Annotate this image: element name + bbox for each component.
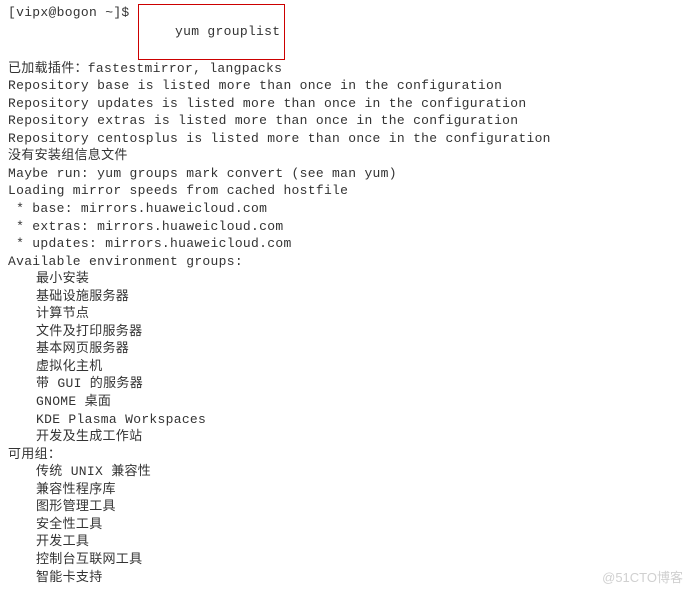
- env-group-item: KDE Plasma Workspaces: [8, 411, 683, 429]
- env-group-item: GNOME 桌面: [8, 393, 683, 411]
- avail-group-item: 安全性工具: [8, 516, 683, 534]
- avail-group-item: 图形管理工具: [8, 498, 683, 516]
- output-repo-updates: Repository updates is listed more than o…: [8, 95, 683, 113]
- env-group-item: 基本网页服务器: [8, 340, 683, 358]
- watermark-text: @51CTO博客: [602, 569, 683, 587]
- avail-group-item: 智能卡支持: [8, 569, 683, 587]
- output-mirror-base: * base: mirrors.huaweicloud.com: [8, 200, 683, 218]
- env-group-item: 最小安装: [8, 270, 683, 288]
- env-group-item: 带 GUI 的服务器: [8, 375, 683, 393]
- env-groups-header: Available environment groups:: [8, 253, 683, 271]
- output-loaded-plugins: 已加载插件：fastestmirror, langpacks: [8, 60, 683, 78]
- output-repo-centosplus: Repository centosplus is listed more tha…: [8, 130, 683, 148]
- env-group-item: 虚拟化主机: [8, 358, 683, 376]
- output-mirror-updates: * updates: mirrors.huaweicloud.com: [8, 235, 683, 253]
- command-text: yum grouplist: [175, 24, 280, 39]
- env-group-item: 开发及生成工作站: [8, 428, 683, 446]
- avail-groups-header: 可用组：: [8, 446, 683, 464]
- output-no-group-info: 没有安装组信息文件: [8, 147, 683, 165]
- avail-group-item: 传统 UNIX 兼容性: [8, 463, 683, 481]
- avail-group-item: 开发工具: [8, 533, 683, 551]
- env-group-item: 文件及打印服务器: [8, 323, 683, 341]
- output-repo-extras: Repository extras is listed more than on…: [8, 112, 683, 130]
- prompt-line: [vipx@bogon ~]$ yum grouplist: [8, 4, 683, 60]
- output-repo-base: Repository base is listed more than once…: [8, 77, 683, 95]
- avail-group-item: 控制台互联网工具: [8, 551, 683, 569]
- command-highlight-box: yum grouplist: [138, 4, 286, 60]
- avail-group-item: 兼容性程序库: [8, 481, 683, 499]
- output-loading-mirror: Loading mirror speeds from cached hostfi…: [8, 182, 683, 200]
- output-mirror-extras: * extras: mirrors.huaweicloud.com: [8, 218, 683, 236]
- env-group-item: 基础设施服务器: [8, 288, 683, 306]
- output-maybe-run: Maybe run: yum groups mark convert (see …: [8, 165, 683, 183]
- prompt-user-host: [vipx@bogon ~]$: [8, 4, 138, 22]
- env-group-item: 计算节点: [8, 305, 683, 323]
